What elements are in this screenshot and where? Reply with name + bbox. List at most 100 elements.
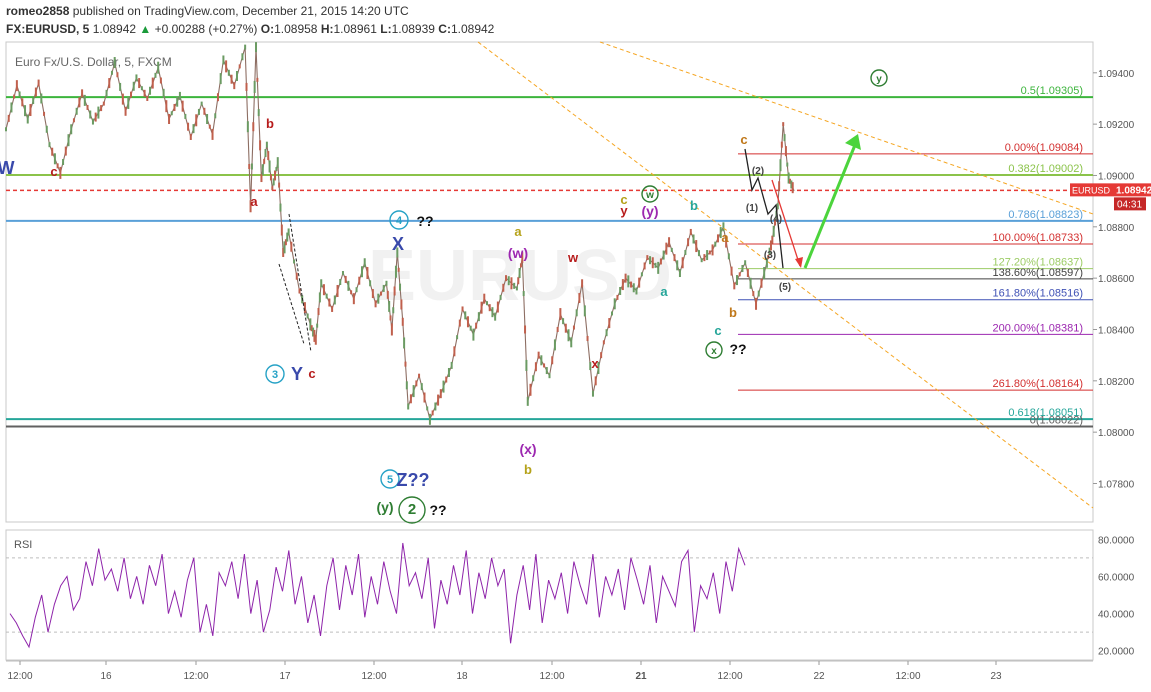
candle bbox=[380, 291, 383, 296]
candle bbox=[640, 272, 643, 277]
candle bbox=[40, 93, 43, 104]
candle bbox=[325, 293, 328, 299]
candle bbox=[488, 304, 491, 312]
candle bbox=[635, 287, 638, 295]
wave-label: c bbox=[308, 366, 315, 381]
candle bbox=[290, 241, 293, 252]
candle bbox=[333, 295, 336, 305]
candle bbox=[537, 351, 540, 359]
time-tick-label: 12:00 bbox=[895, 671, 920, 682]
candle bbox=[344, 275, 347, 283]
candle bbox=[29, 104, 32, 117]
candle bbox=[331, 305, 334, 312]
candle bbox=[469, 325, 472, 331]
candle bbox=[53, 153, 56, 165]
candle bbox=[203, 107, 206, 115]
candle bbox=[200, 101, 203, 106]
candle bbox=[108, 78, 111, 89]
candle bbox=[706, 250, 709, 261]
wave-label: 2 bbox=[408, 501, 416, 518]
price-chart-canvas[interactable]: EURUSD Euro Fx/U.S. Dollar, 5, FXCM 0.5(1… bbox=[0, 0, 1151, 692]
wave-label: x bbox=[711, 346, 717, 357]
wave-label: a bbox=[660, 284, 668, 299]
candle bbox=[431, 410, 434, 416]
wave-label: X bbox=[392, 234, 404, 254]
candle bbox=[135, 74, 138, 82]
candle bbox=[235, 71, 238, 82]
candle bbox=[83, 94, 86, 106]
candle bbox=[564, 323, 567, 333]
wave-label: b bbox=[524, 462, 532, 477]
candle bbox=[491, 307, 494, 318]
candle bbox=[466, 316, 469, 328]
candle bbox=[581, 279, 584, 288]
candle bbox=[32, 98, 35, 105]
candle bbox=[771, 235, 774, 244]
candle bbox=[505, 275, 508, 282]
candle bbox=[464, 311, 467, 320]
candle bbox=[81, 89, 84, 98]
time-tick-label: 12:00 bbox=[7, 671, 32, 682]
candle bbox=[447, 367, 450, 377]
candle bbox=[306, 313, 309, 319]
candle bbox=[654, 262, 657, 268]
candle bbox=[684, 249, 687, 255]
candle bbox=[659, 258, 662, 265]
candle bbox=[24, 105, 27, 117]
candle bbox=[638, 277, 641, 288]
candle bbox=[7, 114, 10, 122]
candle bbox=[316, 323, 319, 328]
price-tick-label: 1.08400 bbox=[1098, 325, 1135, 336]
price-tick-label: 1.09200 bbox=[1098, 120, 1135, 131]
candle bbox=[260, 174, 263, 183]
candle bbox=[434, 402, 437, 411]
candle bbox=[233, 82, 236, 90]
candle bbox=[363, 258, 366, 268]
rsi-title: RSI bbox=[14, 539, 32, 551]
candle bbox=[499, 294, 502, 300]
candle bbox=[261, 164, 264, 176]
candle bbox=[248, 163, 251, 169]
candle bbox=[390, 323, 393, 336]
wave-label: y bbox=[876, 74, 882, 85]
candle bbox=[517, 277, 520, 285]
rsi-pane bbox=[5, 529, 1094, 661]
candle bbox=[91, 118, 94, 125]
wave-label: b bbox=[729, 305, 737, 320]
candle bbox=[736, 275, 739, 286]
wave-label: w bbox=[645, 190, 654, 201]
wave-label: (4) bbox=[770, 214, 782, 225]
candle bbox=[250, 163, 253, 170]
candle bbox=[314, 334, 317, 345]
fib-level-label: 261.80%(1.08164) bbox=[992, 378, 1083, 390]
fib-level-label: 0(1.08022) bbox=[1030, 415, 1083, 427]
candle bbox=[485, 301, 488, 306]
countdown: 04:31 bbox=[1117, 199, 1142, 210]
candle bbox=[10, 102, 13, 113]
candle bbox=[458, 319, 461, 327]
candle bbox=[643, 262, 646, 270]
candle bbox=[257, 109, 260, 117]
candle bbox=[119, 82, 122, 91]
candle bbox=[45, 125, 48, 133]
candle bbox=[409, 394, 412, 404]
candle bbox=[741, 265, 744, 273]
candle bbox=[583, 305, 586, 317]
candle bbox=[70, 124, 73, 135]
rsi-tick-label: 80.0000 bbox=[1098, 535, 1135, 546]
candle bbox=[189, 133, 192, 140]
fib-level-label: 100.00%(1.08733) bbox=[992, 232, 1083, 244]
candle bbox=[252, 122, 255, 132]
candle bbox=[543, 363, 546, 368]
wave-label: x bbox=[591, 356, 599, 371]
candle bbox=[404, 361, 407, 367]
wave-label: b bbox=[266, 116, 274, 131]
candle bbox=[389, 315, 392, 321]
candle bbox=[206, 114, 209, 125]
candle bbox=[760, 278, 763, 288]
candle bbox=[138, 78, 141, 89]
fib-level-label: 0.382(1.09002) bbox=[1008, 163, 1083, 175]
candle bbox=[298, 288, 301, 294]
price-tick-label: 1.09000 bbox=[1098, 171, 1135, 182]
candle bbox=[676, 260, 679, 271]
